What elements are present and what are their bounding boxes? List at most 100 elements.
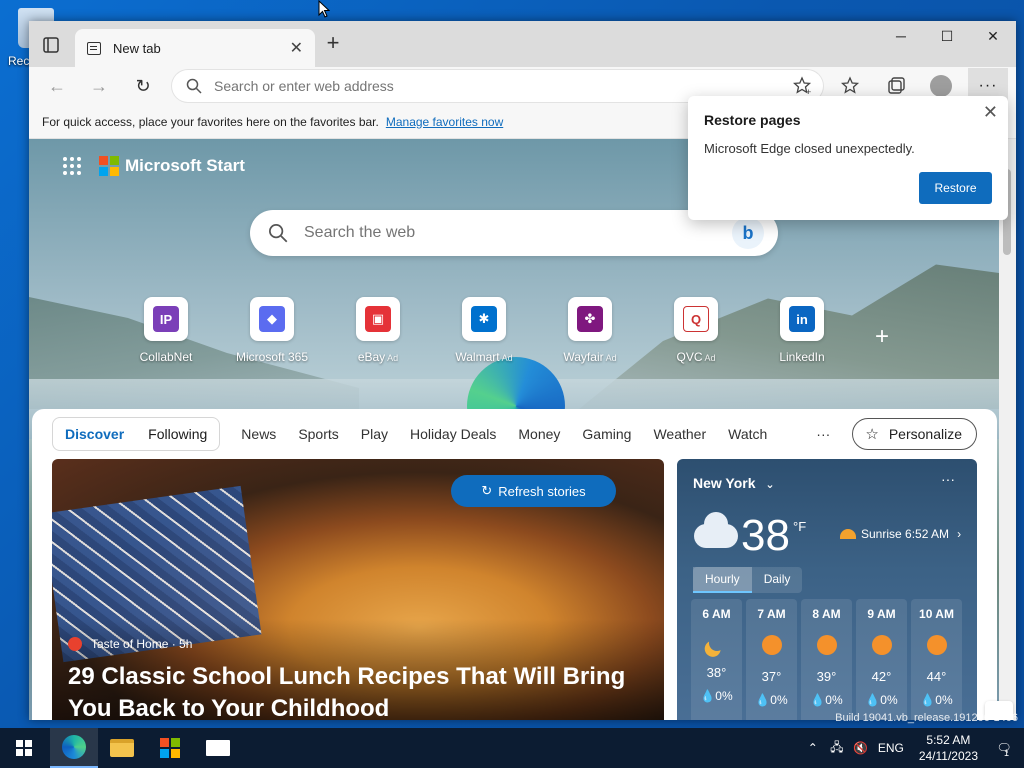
quick-link-microsoft-365[interactable]: ◆ Microsoft 365 <box>219 297 325 364</box>
clock[interactable]: 5:52 AM 24/11/2023 <box>919 732 978 764</box>
quick-link-icon: Q <box>683 306 709 332</box>
app-launcher-icon[interactable] <box>63 157 81 175</box>
tab-hourly[interactable]: Hourly <box>693 567 752 593</box>
forward-button[interactable]: → <box>83 70 115 102</box>
chevron-right-icon: › <box>957 527 962 541</box>
start-header: Microsoft Start <box>63 156 245 176</box>
page-scrollbar[interactable] <box>999 139 1016 720</box>
tab-new-tab[interactable]: New tab ✕ <box>75 29 315 67</box>
hourly-forecast: 6 AM 38° 💧0% 7 AM 37° 💧0% 8 AM 39° 💧0% 9 AM 42° 💧0%… <box>691 599 962 720</box>
tab-money[interactable]: Money <box>507 426 571 442</box>
quick-link-linkedin[interactable]: in LinkedIn <box>749 297 855 364</box>
weather-tabs: Hourly Daily <box>693 567 803 593</box>
clock-date: 24/11/2023 <box>918 749 978 763</box>
forecast-precip: 💧0% <box>810 693 843 707</box>
quick-link-tile: Q <box>674 297 718 341</box>
add-shortcut-button[interactable]: + <box>875 323 889 351</box>
cloudy-icon <box>694 512 738 548</box>
web-search-input[interactable] <box>304 224 732 242</box>
ad-badge: Ad <box>605 353 617 363</box>
forecast-temp: 44° <box>926 669 947 684</box>
quick-link-label: Microsoft 365 <box>235 350 309 364</box>
more-categories-button[interactable]: ··· <box>778 426 848 442</box>
personalize-label: Personalize <box>888 426 962 442</box>
personalize-icon: ☆ <box>865 426 879 443</box>
quick-link-qvc[interactable]: Q QVC Ad <box>643 297 749 364</box>
quick-link-collabnet[interactable]: IP CollabNet <box>113 297 219 364</box>
quick-link-icon: ◆ <box>259 306 285 332</box>
address-input[interactable] <box>214 78 793 94</box>
folder-icon <box>110 739 134 757</box>
tab-play[interactable]: Play <box>350 426 399 442</box>
close-tab-icon[interactable]: ✕ <box>290 38 303 58</box>
bing-chat-icon[interactable]: b <box>732 217 764 249</box>
restore-button[interactable]: Restore <box>919 172 992 204</box>
refresh-button[interactable]: ↻ <box>127 70 159 102</box>
close-icon[interactable]: ✕ <box>983 102 998 123</box>
tab-actions-icon[interactable] <box>39 33 63 57</box>
tab-weather[interactable]: Weather <box>642 426 717 442</box>
weather-menu-button[interactable]: ··· <box>941 471 955 487</box>
feed-nav: Discover Following News Sports Play Holi… <box>52 417 848 451</box>
forecast-precip: 💧0% <box>865 693 898 707</box>
top-story-card[interactable]: ↻ Refresh stories Taste of Home · 5h 29 … <box>52 459 664 720</box>
quick-link-walmart[interactable]: ✱ Walmart Ad <box>431 297 537 364</box>
volume-muted-icon[interactable]: 🔇 <box>849 741 873 755</box>
quick-link-tile: ◆ <box>250 297 294 341</box>
quick-links: IP CollabNet ◆ Microsoft 365 ▣ eBay Ad ✱ Walmart… <box>113 297 855 364</box>
new-tab-page: Microsoft Start b IP CollabNet ◆ Microsoft … <box>29 139 999 720</box>
manage-favorites-link[interactable]: Manage favorites now <box>386 115 503 129</box>
build-watermark: Build 19041.vb_release.191206-1406 <box>835 712 1018 724</box>
tab-holiday-deals[interactable]: Holiday Deals <box>399 426 507 442</box>
maximize-button[interactable]: ☐ <box>924 21 970 51</box>
chevron-up-icon[interactable]: ⌃ <box>801 741 825 755</box>
add-favorite-icon[interactable]: + <box>793 76 813 96</box>
quick-link-icon: ✤ <box>577 306 603 332</box>
tab-discover[interactable]: Discover <box>53 426 136 442</box>
quick-link-icon: in <box>789 306 815 332</box>
start-button[interactable] <box>0 728 48 768</box>
tab-following[interactable]: Following <box>136 426 219 442</box>
back-button[interactable]: ← <box>41 70 73 102</box>
notification-center-icon[interactable]: 🗨 1 <box>992 741 1016 758</box>
quick-link-tile: IP <box>144 297 188 341</box>
tab-gaming[interactable]: Gaming <box>571 426 642 442</box>
tab-news[interactable]: News <box>230 426 287 442</box>
refresh-stories-button[interactable]: ↻ Refresh stories <box>451 475 616 507</box>
brand-title[interactable]: Microsoft Start <box>125 156 245 176</box>
quick-link-wayfair[interactable]: ✤ Wayfair Ad <box>537 297 643 364</box>
weather-location[interactable]: New York ⌄ <box>693 475 775 491</box>
taskbar-store[interactable] <box>146 728 194 768</box>
network-icon[interactable]: 🖧 <box>825 738 849 759</box>
forecast-time: 10 AM <box>919 607 954 621</box>
quick-link-ebay[interactable]: ▣ eBay Ad <box>325 297 431 364</box>
language-indicator[interactable]: ENG <box>873 741 909 755</box>
tab-title: New tab <box>113 40 161 56</box>
feed-mode-toggle: Discover Following <box>52 417 221 451</box>
forecast-hour: 10 AM 44° 💧0% <box>911 599 962 720</box>
tab-daily[interactable]: Daily <box>752 567 803 593</box>
tab-watch[interactable]: Watch <box>717 426 778 442</box>
forecast-precip: 💧0% <box>700 689 733 703</box>
chevron-down-icon: ⌄ <box>765 479 775 491</box>
taskbar: ⌃ 🖧 🔇 ENG 5:52 AM 24/11/2023 🗨 1 <box>0 728 1024 768</box>
new-tab-button[interactable]: + <box>321 32 345 56</box>
forecast-temp: 39° <box>816 669 837 684</box>
forecast-time: 6 AM <box>702 607 731 621</box>
story-headline[interactable]: 29 Classic School Lunch Recipes That Wil… <box>68 661 644 720</box>
quick-link-icon: IP <box>153 306 179 332</box>
quick-link-tile: ✱ <box>462 297 506 341</box>
forecast-temp: 37° <box>761 669 782 684</box>
weather-sunrise[interactable]: Sunrise 6:52 AM › <box>840 527 961 541</box>
minimize-button[interactable]: ─ <box>878 21 924 51</box>
close-window-button[interactable]: ✕ <box>970 21 1016 51</box>
taskbar-file-explorer[interactable] <box>98 728 146 768</box>
tab-sports[interactable]: Sports <box>287 426 349 442</box>
taskbar-edge[interactable] <box>50 728 98 768</box>
sun-icon <box>816 635 837 655</box>
search-icon <box>269 224 288 243</box>
personalize-button[interactable]: ☆ Personalize <box>852 418 977 450</box>
taskbar-mail[interactable] <box>194 728 242 768</box>
quick-link-tile: ✤ <box>568 297 612 341</box>
sun-icon <box>926 635 947 655</box>
